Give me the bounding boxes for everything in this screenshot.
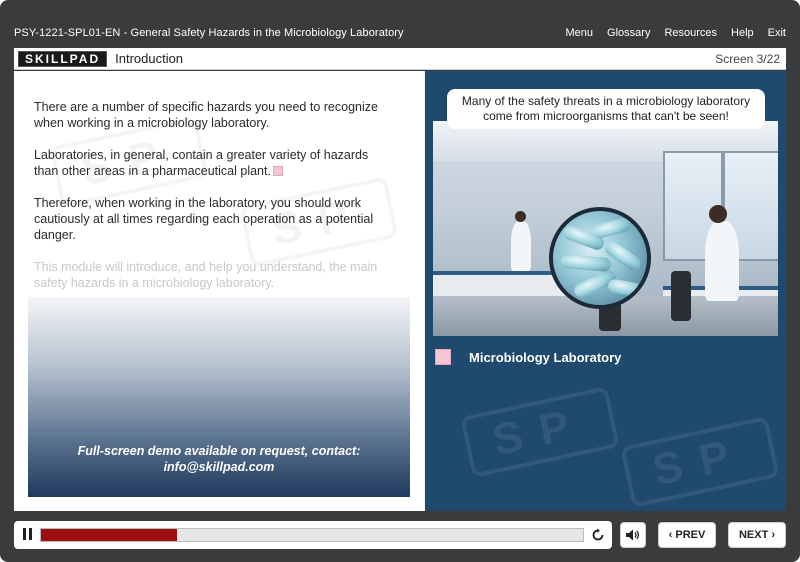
content-area: SP SP SP SP There are a number of specif… xyxy=(14,71,786,511)
help-link[interactable]: Help xyxy=(731,27,754,39)
sound-button[interactable] xyxy=(620,522,646,548)
paragraph: Laboratories, in general, contain a grea… xyxy=(34,148,369,178)
hotspot-marker[interactable] xyxy=(435,349,451,365)
screen-counter: Screen 3/22 xyxy=(715,51,780,66)
demo-notice: Full-screen demo available on request, c… xyxy=(77,444,361,474)
progress-container xyxy=(14,521,612,549)
exit-link[interactable]: Exit xyxy=(768,27,786,39)
chevron-left-icon: ‹ xyxy=(668,529,676,541)
app-window: PSY-1221-SPL01-EN - General Safety Hazar… xyxy=(0,0,800,562)
hotspot-marker[interactable] xyxy=(272,166,283,176)
section-title: Introduction xyxy=(115,51,184,66)
glossary-link[interactable]: Glossary xyxy=(607,27,650,39)
microbe-zoom xyxy=(549,207,651,309)
progress-fill xyxy=(41,529,177,541)
screen-header: SKILLPAD Introduction Screen 3/22 xyxy=(14,48,786,70)
lab-photo xyxy=(433,121,778,336)
speaker-icon xyxy=(626,529,640,541)
player-controls: ‹ PREV NEXT › xyxy=(14,521,786,549)
demo-overlay: Full-screen demo available on request, c… xyxy=(28,297,410,497)
paragraph: There are a number of specific hazards y… xyxy=(34,100,378,130)
photo-caption: Microbiology Laboratory xyxy=(435,349,621,365)
course-title: PSY-1221-SPL01-EN - General Safety Hazar… xyxy=(14,27,404,39)
replay-icon[interactable] xyxy=(590,527,606,543)
watermark-logo: SP xyxy=(620,416,780,508)
chevron-right-icon: › xyxy=(768,529,776,541)
progress-bar[interactable] xyxy=(40,528,584,542)
speech-callout: Many of the safety threats in a microbio… xyxy=(447,89,765,129)
skillpad-logo: SKILLPAD xyxy=(18,50,108,67)
prev-button[interactable]: ‹ PREV xyxy=(658,522,716,548)
menu-link[interactable]: Menu xyxy=(566,27,594,39)
paragraph: This module will introduce, and help you… xyxy=(34,260,378,290)
text-panel: SP SP SP SP There are a number of specif… xyxy=(14,71,424,511)
next-button[interactable]: NEXT › xyxy=(728,522,786,548)
paragraph: Therefore, when working in the laborator… xyxy=(34,196,374,242)
resources-link[interactable]: Resources xyxy=(664,27,717,39)
intro-text: There are a number of specific hazards y… xyxy=(34,99,394,307)
media-panel: SP SP Many of the safety threats in a mi… xyxy=(425,71,786,511)
pause-icon[interactable] xyxy=(20,528,34,542)
top-nav: Menu Glossary Resources Help Exit xyxy=(566,27,786,39)
title-bar: PSY-1221-SPL01-EN - General Safety Hazar… xyxy=(14,20,786,46)
watermark-logo: SP xyxy=(460,386,620,478)
